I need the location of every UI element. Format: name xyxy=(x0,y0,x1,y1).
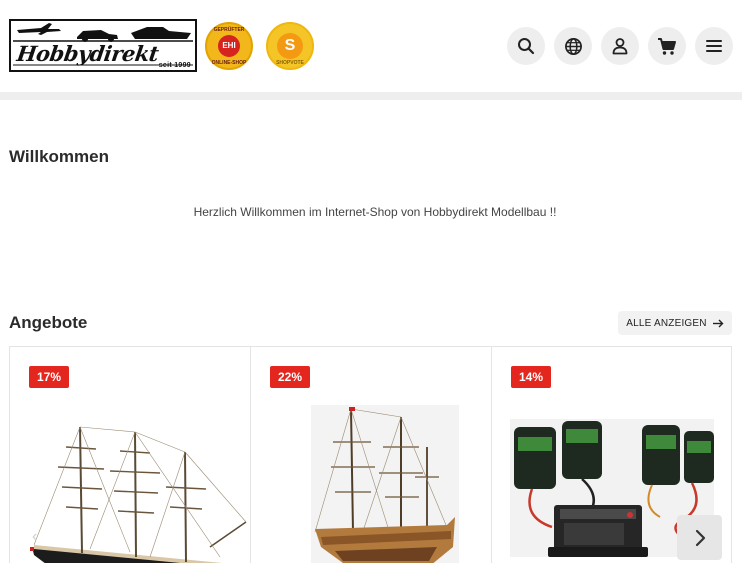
offers-heading: Angebote xyxy=(9,313,88,332)
shopvote-badge-bottom-text: SHOPVOTE xyxy=(276,60,304,66)
ehi-badge-top-text: GEPRÜFTER xyxy=(213,27,245,33)
globe-icon xyxy=(564,37,582,55)
welcome-heading: Willkommen xyxy=(9,147,109,166)
ehi-badge-bottom-text: ONLINE-SHOP xyxy=(211,60,247,66)
logo-brand-text: Hobbydirekt xyxy=(15,41,161,66)
account-button[interactable] xyxy=(601,27,639,65)
menu-button[interactable] xyxy=(695,27,733,65)
ehi-certified-badge[interactable]: GEPRÜFTER EHI ONLINE-SHOP xyxy=(205,22,253,70)
search-icon xyxy=(518,38,535,55)
product-card[interactable]: 17% xyxy=(10,347,251,563)
welcome-text: Herzlich Willkommen im Internet-Shop von… xyxy=(193,205,557,219)
offers-carousel: 17% 22% 14% xyxy=(9,346,732,563)
search-button[interactable] xyxy=(507,27,545,65)
menu-icon xyxy=(706,40,722,52)
show-all-offers-button[interactable]: ALLE ANZEIGEN xyxy=(618,311,732,335)
shopvote-badge[interactable]: S SHOPVOTE xyxy=(266,22,314,70)
carousel-prev-icon[interactable]: ‹ xyxy=(32,528,46,546)
logo-since-text: seit 1999 xyxy=(158,62,191,69)
ehi-badge-center: EHI xyxy=(218,35,240,57)
product-card[interactable]: 22% xyxy=(251,347,492,563)
language-button[interactable] xyxy=(554,27,592,65)
hobbydirekt-logo[interactable]: Hobbydirekt seit 1999 xyxy=(9,19,197,72)
chevron-right-icon xyxy=(695,529,705,546)
discount-badge: 14% xyxy=(511,366,552,388)
galleon-ship-image[interactable] xyxy=(251,397,491,563)
user-icon xyxy=(612,38,628,55)
clipper-ship-image[interactable] xyxy=(10,397,250,563)
shopvote-badge-center: S xyxy=(277,33,303,59)
site-header: Hobbydirekt seit 1999 GEPRÜFTER EHI ONLI… xyxy=(0,0,750,92)
show-all-label: ALLE ANZEIGEN xyxy=(626,317,707,329)
cart-button[interactable] xyxy=(648,27,686,65)
discount-badge: 17% xyxy=(29,366,70,388)
cart-icon xyxy=(658,37,676,55)
header-divider xyxy=(0,92,742,100)
discount-badge: 22% xyxy=(270,366,311,388)
carousel-next-button[interactable] xyxy=(677,515,722,560)
arrow-right-icon xyxy=(712,319,724,327)
